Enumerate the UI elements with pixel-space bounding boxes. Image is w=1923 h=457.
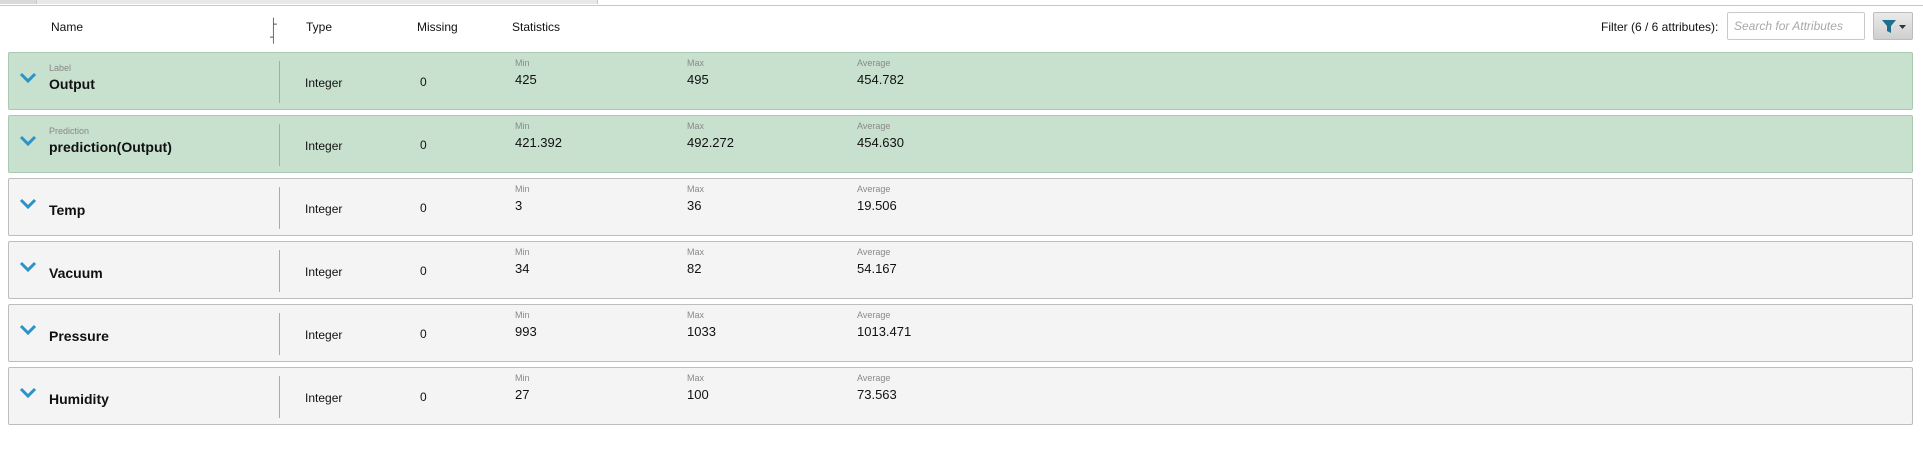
column-header-name[interactable]: Name bbox=[51, 20, 83, 34]
chevron-down-icon[interactable] bbox=[19, 323, 37, 337]
stat-average-label: Average bbox=[857, 121, 891, 131]
attribute-type: Integer bbox=[305, 139, 343, 153]
stat-min-value: 993 bbox=[515, 324, 537, 339]
stat-min-value: 425 bbox=[515, 72, 537, 87]
attribute-type: Integer bbox=[305, 391, 343, 405]
stat-min-label: Min bbox=[515, 184, 530, 194]
tab-left[interactable] bbox=[0, 0, 36, 4]
attribute-row[interactable]: Vacuum Integer 0 Min 34 Max 82 Average 5… bbox=[8, 241, 1913, 299]
stat-max-label: Max bbox=[687, 310, 705, 320]
stat-min-value: 34 bbox=[515, 261, 530, 276]
stat-average-value: 19.506 bbox=[857, 198, 897, 213]
tab-active[interactable] bbox=[36, 0, 598, 4]
attribute-missing: 0 bbox=[420, 138, 427, 152]
stat-min-value: 421.392 bbox=[515, 135, 562, 150]
stat-average-label: Average bbox=[857, 184, 891, 194]
stat-max-label: Max bbox=[687, 58, 705, 68]
stat-min-value: 3 bbox=[515, 198, 523, 213]
search-attributes-input[interactable] bbox=[1727, 12, 1865, 40]
chevron-down-icon[interactable] bbox=[19, 386, 37, 400]
attribute-role: Prediction bbox=[49, 126, 90, 136]
attribute-name: Vacuum bbox=[49, 265, 103, 281]
attribute-row[interactable]: Label Output Integer 0 Min 425 Max 495 A… bbox=[8, 52, 1913, 110]
stat-max-label: Max bbox=[687, 184, 705, 194]
top-tab-strip bbox=[0, 0, 1923, 6]
stat-max-value: 82 bbox=[687, 261, 702, 276]
stat-min-label: Min bbox=[515, 121, 530, 131]
column-divider bbox=[279, 61, 280, 103]
stat-average-value: 1013.471 bbox=[857, 324, 912, 339]
attribute-name: Output bbox=[49, 76, 95, 92]
column-divider bbox=[279, 376, 280, 418]
stat-average-value: 73.563 bbox=[857, 387, 897, 402]
stat-max-value: 36 bbox=[687, 198, 702, 213]
chevron-down-icon[interactable] bbox=[19, 197, 37, 211]
chevron-down-icon[interactable] bbox=[19, 71, 37, 85]
attribute-name: Pressure bbox=[49, 328, 109, 344]
stat-average-value: 54.167 bbox=[857, 261, 897, 276]
attribute-row[interactable]: Pressure Integer 0 Min 993 Max 1033 Aver… bbox=[8, 304, 1913, 362]
stat-max-label: Max bbox=[687, 121, 705, 131]
stat-max-label: Max bbox=[687, 247, 705, 257]
stat-min-label: Min bbox=[515, 373, 530, 383]
attribute-type: Integer bbox=[305, 265, 343, 279]
attribute-name: prediction(Output) bbox=[49, 139, 172, 155]
attribute-missing: 0 bbox=[420, 264, 427, 278]
attribute-type: Integer bbox=[305, 76, 343, 90]
stat-max-value: 1033 bbox=[687, 324, 716, 339]
stat-average-label: Average bbox=[857, 58, 891, 68]
column-divider bbox=[279, 313, 280, 355]
stat-max-value: 100 bbox=[687, 387, 709, 402]
column-header-type[interactable]: Type bbox=[306, 20, 332, 34]
filter-count-label: Filter (6 / 6 attributes): bbox=[1601, 20, 1719, 34]
attribute-row[interactable]: Temp Integer 0 Min 3 Max 36 Average 19.5… bbox=[8, 178, 1913, 236]
funnel-icon bbox=[1882, 20, 1906, 33]
stat-max-label: Max bbox=[687, 373, 705, 383]
column-header-missing[interactable]: Missing bbox=[417, 20, 458, 34]
attribute-name: Humidity bbox=[49, 391, 109, 407]
attribute-role: Label bbox=[49, 63, 72, 73]
attribute-name: Temp bbox=[49, 202, 86, 218]
chevron-down-icon[interactable] bbox=[19, 260, 37, 274]
stat-max-value: 492.272 bbox=[687, 135, 734, 150]
stat-average-value: 454.782 bbox=[857, 72, 904, 87]
stat-min-label: Min bbox=[515, 247, 530, 257]
stat-max-value: 495 bbox=[687, 72, 709, 87]
attribute-missing: 0 bbox=[420, 390, 427, 404]
stat-average-label: Average bbox=[857, 373, 891, 383]
stat-min-label: Min bbox=[515, 310, 530, 320]
stat-average-value: 454.630 bbox=[857, 135, 904, 150]
stat-min-value: 27 bbox=[515, 387, 530, 402]
attribute-row[interactable]: Prediction prediction(Output) Integer 0 … bbox=[8, 115, 1913, 173]
attribute-missing: 0 bbox=[420, 201, 427, 215]
column-resize-handle[interactable]: ├ ┤ bbox=[270, 18, 286, 44]
column-header-statistics[interactable]: Statistics bbox=[512, 20, 560, 34]
stat-average-label: Average bbox=[857, 247, 891, 257]
attribute-row[interactable]: Humidity Integer 0 Min 27 Max 100 Averag… bbox=[8, 367, 1913, 425]
filter-dropdown-button[interactable] bbox=[1873, 12, 1913, 40]
column-divider bbox=[279, 187, 280, 229]
attribute-type: Integer bbox=[305, 328, 343, 342]
attribute-missing: 0 bbox=[420, 75, 427, 89]
stat-average-label: Average bbox=[857, 310, 891, 320]
stat-min-label: Min bbox=[515, 58, 530, 68]
column-divider bbox=[279, 250, 280, 292]
attribute-missing: 0 bbox=[420, 327, 427, 341]
attribute-type: Integer bbox=[305, 202, 343, 216]
chevron-down-icon[interactable] bbox=[19, 134, 37, 148]
column-divider bbox=[279, 124, 280, 166]
